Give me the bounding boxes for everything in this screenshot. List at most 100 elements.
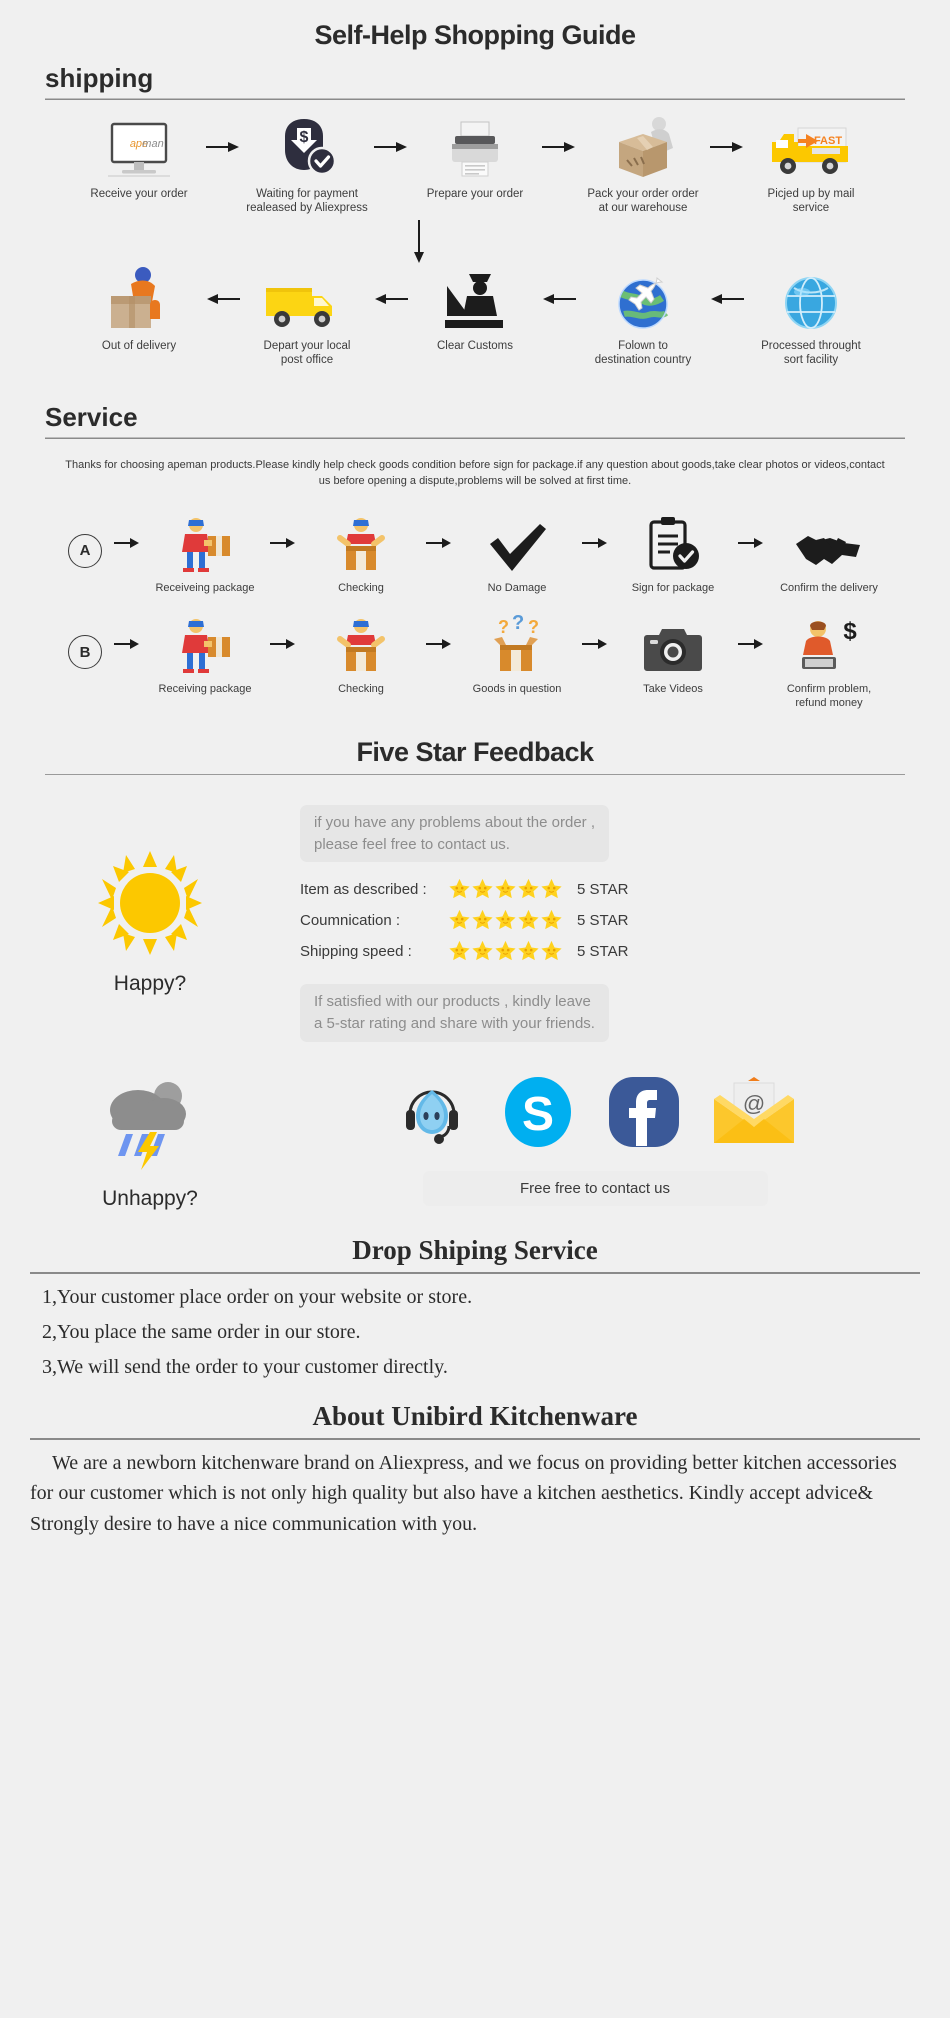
problem-bubble: if you have any problems about the order… bbox=[300, 804, 610, 863]
dropshipping-list: 1,Your customer place order on your webs… bbox=[0, 1286, 950, 1379]
svg-text:?: ? bbox=[512, 615, 524, 634]
rating-label: Coumnication : bbox=[300, 911, 401, 929]
question-marks-box-icon: ? ? ? bbox=[458, 613, 576, 675]
flow-arrow-icon bbox=[732, 613, 770, 675]
rating-value: 5 STAR bbox=[577, 911, 629, 929]
service-section-heading: Service bbox=[45, 401, 138, 432]
svg-text:?: ? bbox=[498, 617, 509, 637]
person-opening-box-icon bbox=[302, 512, 420, 574]
svg-text:S: S bbox=[522, 1088, 554, 1141]
shipping-step: ape man Receive your order bbox=[76, 114, 202, 201]
email-envelope-icon[interactable]: @ bbox=[712, 1076, 796, 1152]
blue-globe-icon bbox=[748, 266, 874, 332]
dropshipping-line: 3,We will send the order to your custome… bbox=[42, 1355, 448, 1378]
star-icon bbox=[541, 879, 562, 899]
flow-arrow-icon bbox=[264, 613, 302, 675]
service-step-label: Take Videos bbox=[643, 683, 703, 696]
shipping-step-label: Picjed up by mail service bbox=[767, 188, 855, 215]
shipping-row-2: Out of delivery Depart your local post o… bbox=[0, 266, 950, 368]
shopping-guide-page: Self-Help Shopping Guide shipping ape ma… bbox=[0, 0, 950, 2018]
rating-row: Item as described : 5 STAR bbox=[300, 878, 880, 900]
badge-letter: B bbox=[68, 635, 102, 670]
service-step: ? ? ? Goods in question bbox=[458, 613, 576, 697]
about-divider bbox=[30, 1437, 920, 1440]
social-icons-row: S @ bbox=[300, 1074, 890, 1155]
contact-bar[interactable]: Free free to contact us bbox=[422, 1170, 768, 1206]
svg-text:man: man bbox=[142, 138, 163, 150]
worker-packing-box-icon bbox=[580, 114, 706, 180]
service-step-label: Confirm problem, refund money bbox=[786, 683, 872, 709]
courier-handing-package-icon bbox=[146, 613, 264, 675]
svg-text:FAST: FAST bbox=[814, 135, 842, 147]
service-row-a: A Receiveing package Checking No Damage … bbox=[0, 512, 950, 596]
star-icon bbox=[541, 941, 562, 961]
service-step: Confirm the delivery bbox=[770, 512, 888, 596]
service-step-label: Receiveing package bbox=[155, 581, 255, 594]
rating-row: Coumnication : 5 STAR bbox=[300, 909, 880, 931]
feedback-section-heading: Five Star Feedback bbox=[356, 736, 594, 767]
rating-label: Item as described : bbox=[300, 880, 427, 898]
shipping-step: Processed throught sort facility bbox=[748, 266, 874, 368]
rating-value: 5 STAR bbox=[577, 942, 629, 960]
dropshipping-divider bbox=[30, 1271, 920, 1274]
flow-arrow-icon bbox=[538, 114, 580, 180]
facebook-icon[interactable] bbox=[606, 1074, 682, 1155]
svg-text:$: $ bbox=[300, 129, 309, 146]
flow-arrow-left-icon bbox=[706, 266, 748, 332]
flow-arrow-icon bbox=[576, 613, 614, 675]
service-divider bbox=[45, 436, 905, 439]
dropshipping-line: 2,You place the same order in our store. bbox=[42, 1320, 361, 1343]
flow-arrow-icon bbox=[420, 512, 458, 574]
about-paragraph: We are a newborn kitchenware brand on Al… bbox=[30, 1448, 920, 1539]
globe-plane-icon bbox=[580, 266, 706, 332]
service-step: Take Videos bbox=[614, 613, 732, 697]
feedback-details: if you have any problems about the order… bbox=[300, 801, 950, 1042]
flow-arrow-icon bbox=[420, 613, 458, 675]
service-step-label: Goods in question bbox=[472, 683, 562, 696]
shipping-step-label: Clear Customs bbox=[436, 339, 514, 352]
shipping-step: Folown to destination country bbox=[580, 266, 706, 368]
service-step: Checking bbox=[302, 613, 420, 697]
aliwangwang-support-icon[interactable] bbox=[394, 1074, 470, 1155]
flow-arrow-icon bbox=[732, 512, 770, 574]
flow-arrow-icon bbox=[264, 512, 302, 574]
shipping-divider bbox=[45, 98, 905, 100]
service-step: $ Confirm problem, refund money bbox=[770, 613, 888, 711]
service-step: Receiving package bbox=[146, 613, 264, 697]
payment-dollar-check-icon: $ bbox=[244, 114, 370, 180]
star-icon bbox=[472, 910, 493, 930]
service-step-label: No Damage bbox=[487, 581, 547, 594]
flow-down-arrow-icon bbox=[0, 219, 838, 264]
service-row-b: B Receiving package Checking ? ? ? Goods… bbox=[0, 613, 950, 711]
feedback-divider bbox=[45, 773, 905, 775]
shipping-step: Out of delivery bbox=[76, 266, 202, 353]
shipping-step-label: Pack your order order at our warehouse bbox=[587, 188, 699, 215]
fast-delivery-truck-icon: FAST bbox=[748, 114, 874, 180]
shipping-step: Clear Customs bbox=[412, 266, 538, 353]
service-step-label: Confirm the delivery bbox=[780, 581, 878, 594]
rating-value: 5 STAR bbox=[577, 880, 629, 898]
star-icon bbox=[518, 879, 539, 899]
flow-arrow-icon bbox=[706, 114, 748, 180]
star-icon bbox=[472, 879, 493, 899]
happy-column: Happy? bbox=[0, 801, 300, 1042]
shipping-step: Depart your local post office bbox=[244, 266, 370, 368]
about-heading: About Unibird Kitchenware bbox=[312, 1400, 638, 1431]
star-rating bbox=[448, 909, 563, 931]
shipping-step-label: Processed throught sort facility bbox=[761, 339, 861, 367]
checkmark-icon bbox=[458, 512, 576, 574]
shipping-step-label: Prepare your order bbox=[426, 188, 524, 200]
shipping-step-label: Folown to destination country bbox=[594, 339, 692, 367]
star-icon bbox=[495, 910, 516, 930]
service-step: Sign for package bbox=[614, 512, 732, 596]
service-step-label: Checking bbox=[338, 581, 384, 594]
service-step: No Damage bbox=[458, 512, 576, 596]
feedback-unhappy-block: Unhappy? S @ Free free to contact us bbox=[0, 1070, 950, 1211]
shipping-step: FAST Picjed up by mail service bbox=[748, 114, 874, 216]
handshake-icon bbox=[770, 512, 888, 574]
sun-icon bbox=[96, 849, 204, 962]
shipping-section-heading: shipping bbox=[45, 63, 154, 93]
rating-label: Shipping speed : bbox=[300, 942, 412, 960]
skype-icon[interactable]: S bbox=[500, 1074, 576, 1155]
shipping-step: Prepare your order bbox=[412, 114, 538, 201]
